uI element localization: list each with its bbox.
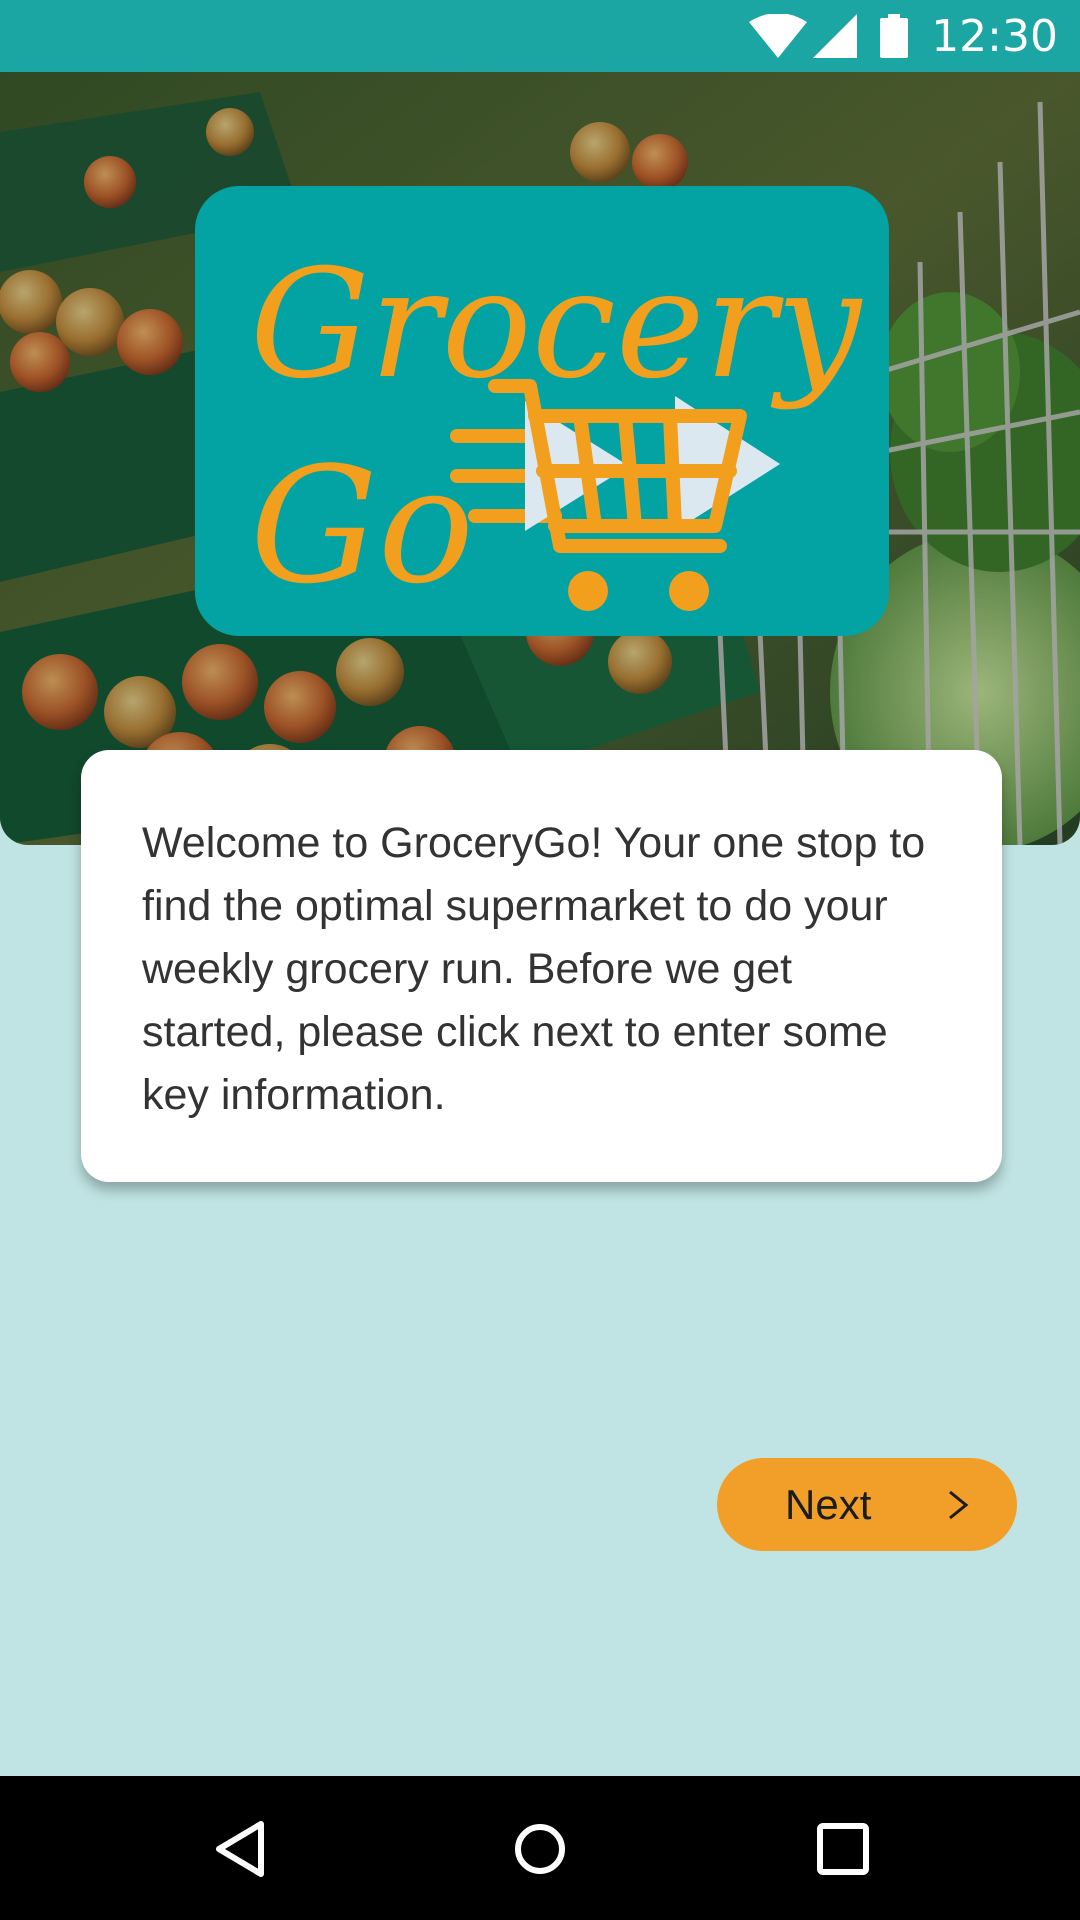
battery-icon xyxy=(879,14,909,58)
back-icon[interactable] xyxy=(205,1814,275,1884)
next-button-label: Next xyxy=(785,1481,872,1528)
status-time: 12:30 xyxy=(931,10,1058,62)
chevron-right-icon xyxy=(946,1489,970,1526)
next-button[interactable]: Next xyxy=(717,1458,1017,1551)
status-icons: 12:30 xyxy=(749,10,1058,62)
home-icon[interactable] xyxy=(505,1814,575,1884)
app-logo: Grocery Go xyxy=(195,186,889,636)
navigation-bar xyxy=(0,1776,1080,1920)
wifi-icon xyxy=(749,14,808,58)
welcome-card: Welcome to GroceryGo! Your one stop to f… xyxy=(81,750,1002,1182)
cell-signal-icon xyxy=(813,14,858,58)
svg-text:Grocery: Grocery xyxy=(250,238,863,412)
recents-icon[interactable] xyxy=(808,1814,878,1884)
welcome-message: Welcome to GroceryGo! Your one stop to f… xyxy=(142,819,926,1119)
status-bar: 12:30 xyxy=(0,0,1080,72)
svg-text:Go: Go xyxy=(250,432,474,619)
